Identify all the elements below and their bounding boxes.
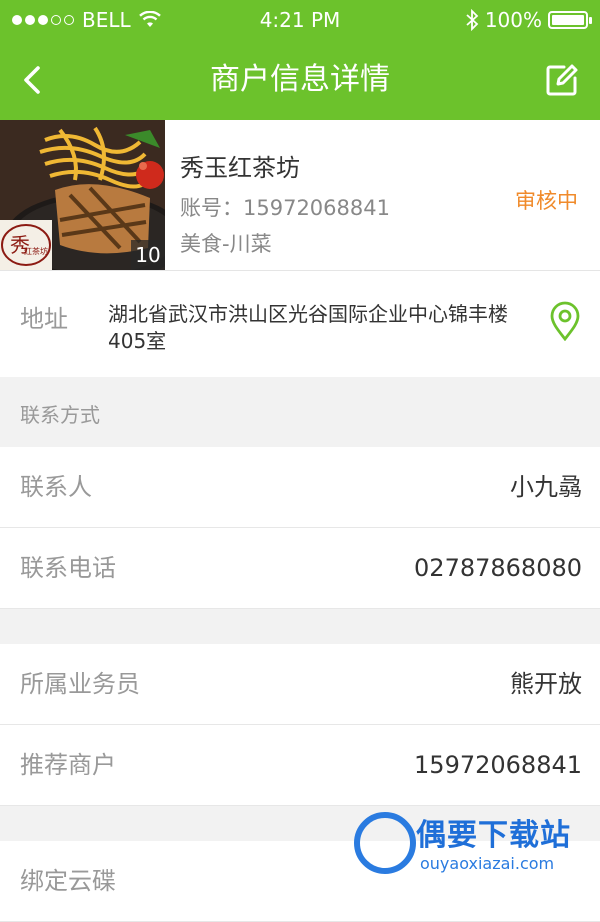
page-title: 商户信息详情 [210, 62, 390, 97]
site-watermark: 偶要下载站 ouyaoxiazai.com [354, 808, 594, 878]
watermark-url: ouyaoxiazai.com [420, 854, 555, 873]
row-label: 所属业务员 [20, 670, 140, 698]
location-pin-icon[interactable] [548, 301, 582, 341]
row-value: 02787868080 [414, 554, 582, 582]
merchant-card[interactable]: 秀 红茶坊 10 秀玉红茶坊 账号：15972068841 美食-川菜 审核中 [0, 120, 600, 271]
status-bar: BELL 4:21 PM 100% [0, 0, 600, 40]
nav-bar: 商户信息详情 [0, 40, 600, 120]
merchant-photo[interactable]: 秀 红茶坊 10 [0, 120, 165, 270]
row-label: 联系电话 [20, 554, 116, 582]
merchant-account: 账号：15972068841 [180, 196, 390, 220]
contact-phone-row[interactable]: 联系电话 02787868080 [0, 528, 600, 609]
battery-fill [552, 15, 584, 25]
address-row[interactable]: 地址 湖北省武汉市洪山区光谷国际企业中心锦丰楼405室 [0, 271, 600, 377]
contact-section-header: 联系方式 [0, 377, 600, 447]
review-status-badge: 审核中 [515, 189, 578, 213]
contact-section-title: 联系方式 [20, 403, 100, 427]
address-label: 地址 [20, 305, 68, 333]
bluetooth-icon [466, 9, 479, 31]
merchant-category: 美食-川菜 [180, 232, 272, 256]
edit-icon[interactable] [542, 60, 582, 100]
photo-count-badge: 10 [131, 240, 165, 270]
address-value: 湖北省武汉市洪山区光谷国际企业中心锦丰楼405室 [108, 302, 508, 353]
watermark-logo-icon [354, 812, 416, 874]
battery-percent: 100% [484, 8, 542, 32]
row-label: 绑定云碟 [20, 867, 116, 895]
merchant-name: 秀玉红茶坊 [180, 154, 300, 182]
battery-area: 100% [465, 8, 592, 32]
row-value: 15972068841 [414, 751, 582, 779]
row-label: 联系人 [20, 473, 92, 501]
contact-person-row[interactable]: 联系人 小九骉 [0, 447, 600, 528]
referral-merchant-row[interactable]: 推荐商户 15972068841 [0, 725, 600, 806]
row-value: 熊开放 [510, 670, 582, 698]
watermark-title: 偶要下载站 [416, 818, 571, 853]
row-label: 推荐商户 [20, 751, 116, 779]
section-gap [0, 609, 600, 644]
restaurant-logo-text: 红茶坊 [24, 246, 48, 256]
battery-icon [548, 11, 592, 29]
row-value: 小九骉 [510, 473, 582, 501]
salesperson-row[interactable]: 所属业务员 熊开放 [0, 644, 600, 725]
